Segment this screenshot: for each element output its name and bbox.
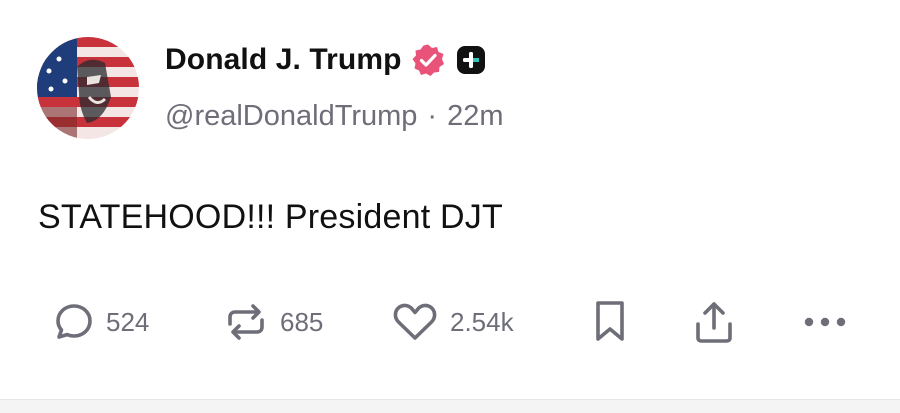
author-handle-row: @realDonaldTrump · 22m — [165, 96, 504, 136]
heart-icon — [390, 300, 440, 344]
more-options-button[interactable] — [800, 296, 850, 348]
bookmark-icon — [592, 299, 628, 345]
post-card: Donald J. Trump @realDonaldTrump · 22m S… — [0, 0, 900, 413]
post-timestamp[interactable]: 22m — [447, 100, 503, 133]
reply-icon — [52, 300, 96, 344]
author-display-name[interactable]: Donald J. Trump — [165, 43, 402, 77]
reply-button[interactable]: 524 — [52, 296, 149, 348]
post-body-text: STATEHOOD!!! President DJT — [38, 198, 503, 236]
reply-count: 524 — [106, 306, 150, 337]
repost-count: 685 — [280, 306, 324, 337]
post-divider — [0, 399, 900, 413]
share-icon — [692, 298, 736, 346]
timestamp-separator: · — [427, 99, 438, 132]
like-count: 2.54k — [450, 306, 514, 337]
repost-button[interactable]: 685 — [222, 296, 323, 348]
more-icon — [800, 307, 850, 337]
share-button[interactable] — [692, 296, 736, 348]
like-button[interactable]: 2.54k — [390, 296, 514, 348]
avatar[interactable] — [37, 37, 139, 139]
author-name-row: Donald J. Trump — [165, 38, 488, 82]
post-action-bar: 524 685 2.54k — [0, 296, 900, 348]
verified-badge-icon — [411, 43, 445, 77]
bookmark-button[interactable] — [592, 296, 628, 348]
author-handle[interactable]: @realDonaldTrump — [165, 100, 417, 133]
repost-icon — [222, 300, 270, 344]
avatar-image — [37, 37, 139, 139]
plus-badge-icon — [454, 43, 488, 77]
